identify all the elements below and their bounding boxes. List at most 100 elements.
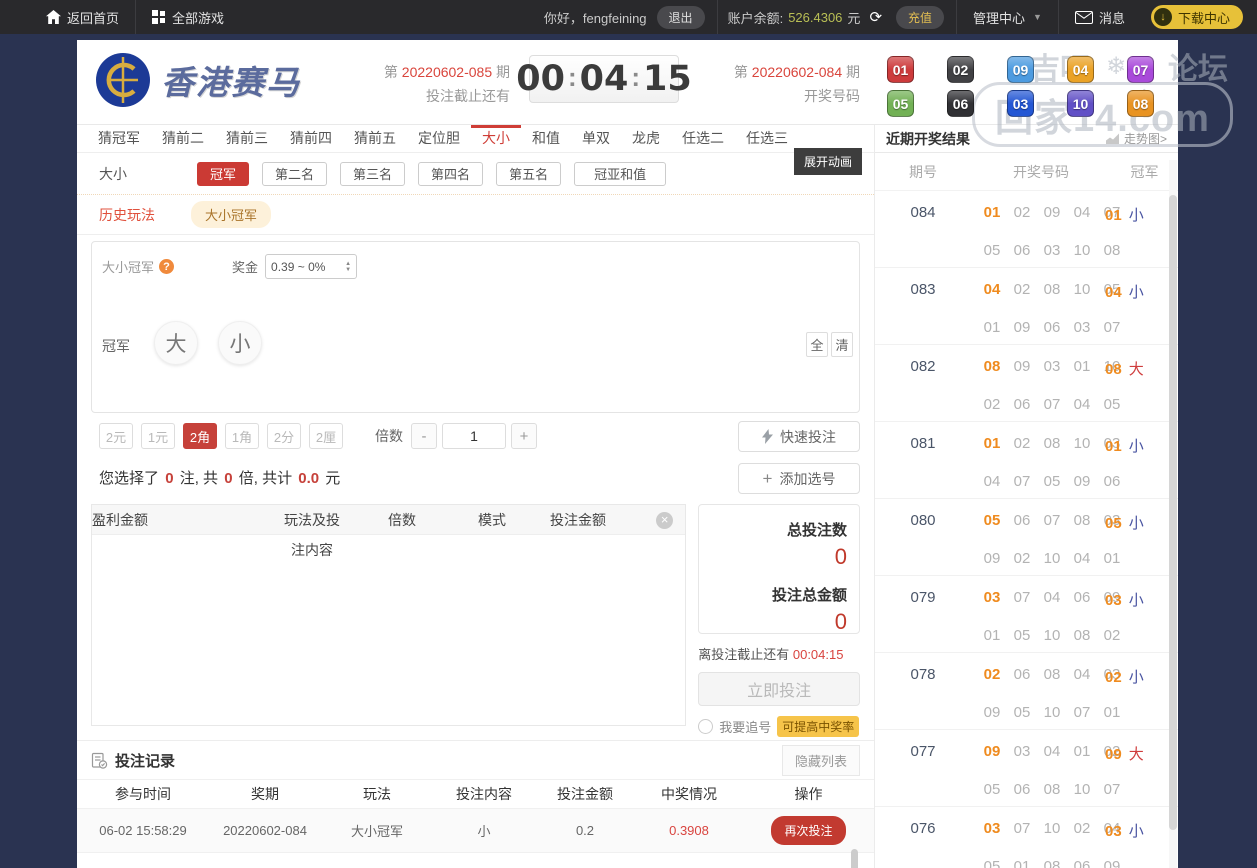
multiplier-input[interactable] [442,423,506,449]
result-number: 04 [1067,550,1097,567]
result-period: 078 [875,666,971,683]
spinner-icon: ▲▼ [345,261,351,273]
tab-定位胆[interactable]: 定位胆 [407,125,471,152]
champion-number: 04 [1105,284,1122,301]
record-content: 小 [433,821,535,840]
all-games-label: 全部游戏 [172,8,224,27]
tab-猜冠军[interactable]: 猜冠军 [87,125,151,152]
denomination-chip[interactable]: 1元 [141,423,175,449]
multiplier-plus-button[interactable]: + [511,423,537,449]
chase-radio[interactable] [698,719,713,734]
tab-单双[interactable]: 单双 [571,125,621,152]
tab-任选三[interactable]: 任选三 [735,125,799,152]
result-number: 06 [1007,242,1037,259]
records-columns: 参与时间奖期玩法投注内容投注金额中奖情况操作 [77,779,874,809]
download-center-button[interactable]: ↓ 下载中心 [1151,5,1243,29]
hide-list-button[interactable]: 隐藏列表 [782,745,860,776]
tab-猜前五[interactable]: 猜前五 [343,125,407,152]
add-selection-button[interactable]: + 添加选号 [738,463,860,494]
result-number: 06 [1067,589,1097,606]
option-small-button[interactable]: 小 [218,321,262,365]
result-number: 07 [1067,704,1097,721]
all-games-link[interactable]: 全部游戏 [136,0,240,34]
expand-animation-button[interactable]: 展开动画 [794,148,862,175]
result-number: 07 [1037,396,1067,413]
chase-tip-badge: 可提高中奖率 [777,716,859,737]
close-icon[interactable]: × [656,512,673,529]
home-label: 返回首页 [67,8,119,27]
select-all-button[interactable]: 全 [806,332,828,357]
tab-任选二[interactable]: 任选二 [671,125,735,152]
history-play-link[interactable]: 历史玩法 [99,205,155,225]
tab-猜前四[interactable]: 猜前四 [279,125,343,152]
position-option[interactable]: 第二名 [262,162,327,186]
records-column: 操作 [743,784,874,804]
summary-times: 0 [222,470,234,487]
denomination-chip[interactable]: 1角 [225,423,259,449]
balance-unit: 元 [847,8,860,27]
trend-chart-link[interactable]: 走势图> [1106,130,1167,147]
tab-大小[interactable]: 大小 [471,125,521,152]
betslip-column: 玩法及投注内容 [282,505,342,565]
result-number: 03 [1007,743,1037,760]
result-number: 09 [1067,473,1097,490]
position-option[interactable]: 第五名 [496,162,561,186]
refresh-icon[interactable]: ⟳ [869,8,882,26]
denomination-chip[interactable]: 2角 [183,423,217,449]
position-option[interactable]: 第四名 [418,162,483,186]
result-row: 0760307100204050108060903小 [875,807,1178,868]
tab-猜前二[interactable]: 猜前二 [151,125,215,152]
quick-bet-button[interactable]: 快速投注 [738,421,860,452]
position-option[interactable]: 冠亚和值 [574,162,666,186]
bonus-select[interactable]: 0.39 ~ 0% ▲▼ [265,254,357,279]
result-number: 06 [1007,396,1037,413]
position-option[interactable]: 冠军 [197,162,249,186]
result-ball: 06 [947,90,974,117]
home-link[interactable]: 返回首页 [30,0,135,34]
envelope-icon [1075,11,1093,24]
result-champion: 03小 [1105,820,1144,841]
grid-icon [152,10,166,24]
result-numbers-line2: 0905100701 [977,704,1127,722]
denomination-chip[interactable]: 2分 [267,423,301,449]
chevron-down-icon: ▼ [1033,12,1042,22]
result-champion: 03小 [1105,589,1144,610]
champion-size: 大 [1129,361,1144,378]
denomination-chips: 2元 1元 2角 1角 2分 2厘 [99,423,351,449]
admin-center-menu[interactable]: 管理中心 ▼ [957,0,1058,34]
result-row: 0770903040102050608100709大 [875,730,1178,807]
denomination-chip[interactable]: 2元 [99,423,133,449]
recharge-button[interactable]: 充值 [896,6,944,29]
result-number: 01 [977,435,1007,452]
result-number: 01 [1007,858,1037,868]
record-action-cell: 再次投注 [743,816,874,845]
result-numbers-line2: 0206070405 [977,396,1127,414]
tab-和值[interactable]: 和值 [521,125,571,152]
result-number: 10 [1067,281,1097,298]
multiplier-minus-button[interactable]: - [411,423,437,449]
option-big-button[interactable]: 大 [154,321,198,365]
result-number: 08 [1037,858,1067,868]
result-number: 06 [1007,512,1037,529]
result-number: 02 [1007,204,1037,221]
clear-button[interactable]: 清 [831,332,853,357]
position-option[interactable]: 第三名 [340,162,405,186]
logout-button[interactable]: 退出 [657,6,705,29]
denomination-chip[interactable]: 2厘 [309,423,343,449]
result-number: 04 [1067,204,1097,221]
records-scrollbar-thumb[interactable] [851,849,858,868]
position-options: 冠军第二名第三名第四名第五名冠亚和值 [197,162,679,186]
result-row: 0800506070803090210040105小 [875,499,1178,576]
result-number: 01 [977,319,1007,336]
messages-link[interactable]: 消息 [1059,0,1141,34]
bet-now-button[interactable]: 立即投注 [698,672,860,706]
result-number: 03 [1067,319,1097,336]
results-scrollbar-thumb[interactable] [1169,195,1177,830]
rebet-button[interactable]: 再次投注 [771,816,845,845]
download-icon: ↓ [1154,8,1172,26]
tab-猜前三[interactable]: 猜前三 [215,125,279,152]
subnav-label: 大小 [99,164,127,184]
current-play-tag[interactable]: 大小冠军 [191,201,271,228]
tab-龙虎[interactable]: 龙虎 [621,125,671,152]
help-icon[interactable]: ? [159,259,174,274]
